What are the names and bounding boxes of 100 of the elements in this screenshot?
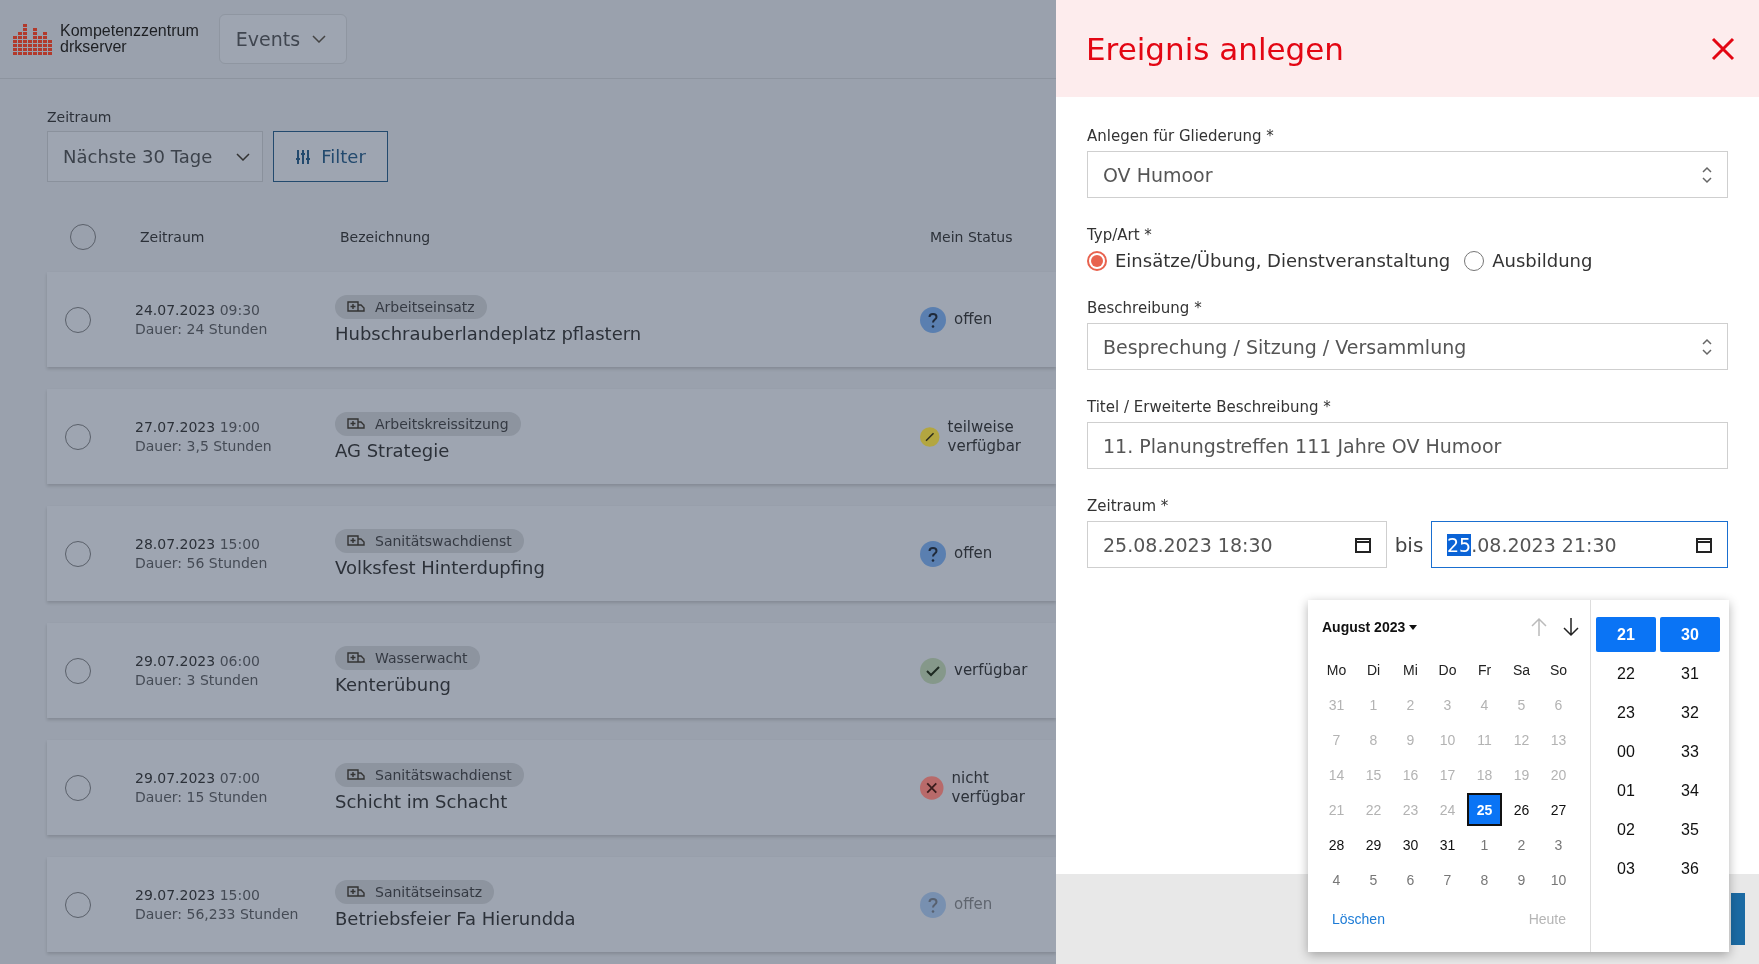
- event-datetime: 29.07.2023 07:00: [135, 768, 261, 788]
- calendar-icon[interactable]: [1695, 535, 1713, 554]
- event-card[interactable]: 28.07.2023 15:00 Dauer: 56 Stunden Sanitätswachdienst Volksfest Hinterdupfing offen: [47, 506, 1056, 601]
- minute-option[interactable]: 31: [1660, 656, 1720, 691]
- weekday-label: Do: [1437, 660, 1458, 680]
- up-down-caret-icon: [1701, 165, 1713, 184]
- event-title: Hubschrauberlandeplatz pflastern: [335, 323, 642, 344]
- calendar-day[interactable]: 8: [1467, 863, 1502, 896]
- panel-title: Ereignis anlegen: [1086, 30, 1344, 67]
- calendar-day[interactable]: 10: [1541, 863, 1576, 896]
- event-card[interactable]: 27.07.2023 19:00 Dauer: 3,5 Stunden Arbeitskreissitzung AG Strategie teilweise verfügbar: [47, 389, 1056, 484]
- minute-option[interactable]: 30: [1660, 617, 1720, 652]
- calendar-day[interactable]: 7: [1430, 863, 1465, 896]
- calendar-day[interactable]: 25: [1467, 793, 1502, 826]
- calendar-day[interactable]: 3: [1541, 828, 1576, 861]
- minute-option[interactable]: 34: [1660, 773, 1720, 808]
- events-dropdown[interactable]: Events: [218, 14, 348, 64]
- vehicle-icon: [347, 300, 365, 314]
- calendar-day[interactable]: 4: [1319, 863, 1354, 896]
- hour-option[interactable]: 03: [1596, 851, 1656, 886]
- logo-icon: [12, 22, 54, 56]
- filter-button[interactable]: Filter: [273, 131, 388, 182]
- description-select[interactable]: Besprechung / Sitzung / Versammlung: [1087, 323, 1728, 370]
- minute-option[interactable]: 36: [1660, 851, 1720, 886]
- logo-text: Kompetenzzentrum drkserver: [60, 23, 199, 55]
- calendar-day[interactable]: 9: [1504, 863, 1539, 896]
- vehicle-icon: [347, 534, 365, 548]
- hour-option[interactable]: 22: [1596, 656, 1656, 691]
- sliders-icon: [295, 149, 312, 164]
- hour-option[interactable]: 21: [1596, 617, 1656, 652]
- start-date-input[interactable]: 25.08.2023 18:30: [1087, 521, 1387, 568]
- event-duration: Dauer: 3,5 Stunden: [135, 436, 273, 456]
- event-duration: Dauer: 3 Stunden: [135, 670, 260, 690]
- vehicle-icon: [347, 651, 365, 665]
- calendar-day[interactable]: 6: [1393, 863, 1428, 896]
- event-card[interactable]: 29.07.2023 15:00 Dauer: 56,233 Stunden Sanitätseinsatz Betriebsfeier Fa Hierundda offen: [47, 857, 1056, 952]
- minute-option[interactable]: 32: [1660, 695, 1720, 730]
- event-title: Schicht im Schacht: [335, 791, 508, 812]
- hour-option[interactable]: 00: [1596, 734, 1656, 769]
- month-dropdown[interactable]: August 2023: [1322, 619, 1418, 635]
- category-label: Sanitätswachdienst: [375, 533, 512, 549]
- hour-option[interactable]: 01: [1596, 773, 1656, 808]
- field-label: Anlegen für Gliederung *: [1087, 127, 1275, 145]
- status-label: verfügbar: [954, 661, 1028, 680]
- calendar-day[interactable]: 1: [1467, 828, 1502, 861]
- field-label: Titel / Erweiterte Beschreibung *: [1087, 398, 1332, 416]
- event-datetime: 29.07.2023 15:00: [135, 885, 261, 905]
- column-header: Mein Status: [930, 229, 1014, 245]
- calendar-day[interactable]: 27: [1541, 793, 1576, 826]
- field-label: Zeitraum *: [1087, 497, 1170, 515]
- calendar-day[interactable]: 5: [1356, 863, 1391, 896]
- previous-month-button[interactable]: [1530, 617, 1548, 637]
- organization-select[interactable]: OV Humoor: [1087, 151, 1728, 198]
- hour-option[interactable]: 02: [1596, 812, 1656, 847]
- minute-option[interactable]: 33: [1660, 734, 1720, 769]
- vehicle-icon: [347, 417, 365, 431]
- arrow-down-icon: [1562, 617, 1580, 637]
- event-card[interactable]: 29.07.2023 07:00 Dauer: 15 Stunden Sanitätswachdienst Schicht im Schacht nicht verfügbar: [47, 740, 1056, 835]
- radio-button[interactable]: [1087, 250, 1107, 271]
- calendar-day[interactable]: 2: [1504, 828, 1539, 861]
- calendar-day[interactable]: 30: [1393, 828, 1428, 861]
- weekday-label: Fr: [1476, 660, 1493, 680]
- event-card[interactable]: 29.07.2023 06:00 Dauer: 3 Stunden Wasserwacht Kenterübung verfügbar: [47, 623, 1056, 718]
- category-label: Wasserwacht: [375, 650, 468, 666]
- type-radio-option[interactable]: Ausbildung: [1464, 250, 1593, 271]
- category-label: Arbeitseinsatz: [375, 299, 475, 315]
- event-title: Volksfest Hinterdupfing: [335, 557, 545, 578]
- vehicle-icon: [347, 768, 365, 782]
- title-input[interactable]: 11. Planungstreffen 111 Jahre OV Humoor: [1087, 422, 1728, 469]
- close-icon: [1711, 36, 1735, 61]
- column-header: Zeitraum: [140, 229, 206, 245]
- chevron-down-icon: [236, 152, 250, 161]
- event-datetime: 28.07.2023 15:00: [135, 534, 261, 554]
- end-date-input[interactable]: 25.08.2023 21:30: [1431, 521, 1728, 568]
- question-icon: [920, 306, 946, 333]
- question-icon: [920, 891, 946, 918]
- calendar-day[interactable]: 31: [1430, 828, 1465, 861]
- status-label: offen: [954, 544, 993, 563]
- calendar-icon[interactable]: [1354, 535, 1372, 554]
- range-separator: bis: [1393, 532, 1425, 557]
- event-duration: Dauer: 24 Stunden: [135, 319, 269, 339]
- calendar-day[interactable]: 26: [1504, 793, 1539, 826]
- field-label: Typ/Art *: [1087, 226, 1153, 244]
- status-label: offen: [954, 310, 993, 329]
- next-month-button[interactable]: [1562, 617, 1580, 637]
- event-title: Betriebsfeier Fa Hierundda: [335, 908, 576, 929]
- hour-option[interactable]: 23: [1596, 695, 1656, 730]
- clear-button[interactable]: Löschen: [1332, 911, 1385, 927]
- type-radio-option[interactable]: Einsätze/Übung, Dienstveranstaltung: [1087, 250, 1451, 271]
- caret-icon: [1409, 624, 1418, 630]
- vehicle-icon: [347, 885, 365, 899]
- calendar-day[interactable]: 28: [1319, 828, 1354, 861]
- period-select[interactable]: Nächste 30 Tage: [47, 131, 263, 182]
- status-label: offen: [954, 895, 993, 914]
- event-card[interactable]: 24.07.2023 09:30 Dauer: 24 Stunden Arbeitseinsatz Hubschrauberlandeplatz pflastern offen: [47, 272, 1056, 367]
- calendar-day[interactable]: 29: [1356, 828, 1391, 861]
- close-button[interactable]: [1711, 36, 1735, 61]
- minute-option[interactable]: 35: [1660, 812, 1720, 847]
- event-datetime: 24.07.2023 09:30: [135, 300, 261, 320]
- question-icon: [920, 540, 946, 567]
